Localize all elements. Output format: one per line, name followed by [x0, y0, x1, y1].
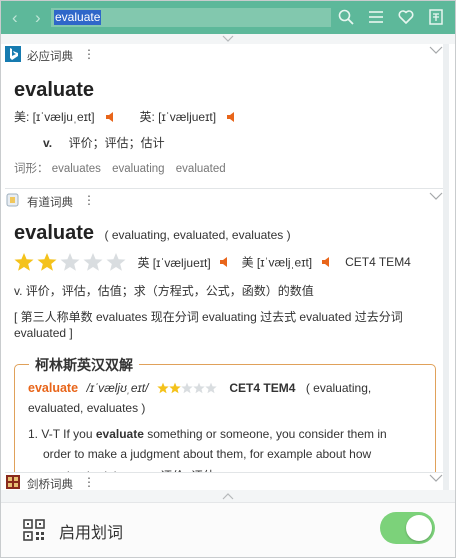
toggle-knob — [406, 515, 432, 541]
youdao-header: 有道词典 ⋮ — [5, 190, 449, 212]
youdao-headword-row: evaluate ( evaluating, evaluated, evalua… — [14, 222, 291, 245]
forward-button[interactable]: › — [35, 9, 41, 26]
youdao-definition: v. 评价，评估，估值；求（方程式，公式，函数）的数值 — [14, 284, 314, 298]
star-icon — [193, 382, 205, 394]
results-panel[interactable]: 必应词典 ⋮ evaluate 美: [ɪˈvæljuˌeɪt] 英: [ɪˈv… — [5, 44, 449, 492]
collins-sense-text: If you — [63, 427, 93, 441]
star-icon — [181, 382, 193, 394]
star-icon — [14, 253, 34, 271]
enable-selection-label: 启用划词 — [59, 525, 124, 542]
cambridge-collapse-icon[interactable] — [429, 473, 443, 483]
back-button[interactable]: ‹ — [12, 9, 18, 26]
star-icon — [106, 253, 126, 271]
footer-bar: 启用划词 — [1, 502, 455, 557]
youdao-collapse-icon[interactable] — [429, 191, 443, 201]
bing-definition-row: v. 评价；评估；估计 — [43, 134, 165, 152]
qr-code-icon[interactable] — [23, 519, 45, 541]
bing-form-link[interactable]: evaluating — [112, 163, 164, 175]
bing-header: 必应词典 ⋮ — [5, 44, 449, 66]
youdao-uk-phonetic: 英 [ɪˈvæljueɪt] — [137, 255, 211, 270]
collins-inflections-cont: evaluated, evaluates ) — [28, 401, 146, 415]
heart-icon[interactable] — [397, 8, 415, 26]
collapse-up-handle[interactable] — [1, 34, 455, 44]
bing-title: 必应词典 — [27, 51, 73, 63]
bing-uk-phonetic: 英: [ɪˈvæljueɪt] — [139, 110, 217, 124]
youdao-uk-speaker-icon[interactable] — [219, 256, 231, 268]
youdao-inflections: ( evaluating, evaluated, evaluates ) — [104, 228, 291, 242]
collins-sense-number: 1. — [28, 427, 39, 441]
star-icon — [83, 253, 103, 271]
top-toolbar: ‹ › evaluate — [1, 1, 455, 34]
star-icon — [60, 253, 80, 271]
bing-forms: 词形： evaluates evaluating evaluated — [14, 160, 226, 176]
collins-sense-line: 1. V-T If you evaluate something or some… — [28, 427, 387, 441]
collins-headword: evaluate — [28, 380, 79, 395]
collapse-down-handle[interactable] — [1, 490, 455, 502]
bing-definition: 评价；评估；估计 — [68, 136, 165, 150]
cambridge-more-button[interactable]: ⋮ — [83, 475, 95, 489]
bing-logo-icon — [5, 46, 21, 62]
chevron-down-icon — [222, 35, 234, 42]
collins-star-rating — [157, 379, 217, 396]
star-icon — [205, 382, 217, 394]
youdao-us-speaker-icon[interactable] — [321, 256, 333, 268]
search-icon[interactable] — [337, 8, 355, 26]
menu-icon[interactable] — [367, 8, 385, 26]
search-query: evaluate — [54, 10, 102, 25]
bing-more-button[interactable]: ⋮ — [83, 47, 95, 61]
chevron-up-icon — [222, 493, 234, 500]
collins-sense-tag: V-T — [41, 427, 60, 441]
bing-uk-speaker-icon[interactable] — [226, 111, 238, 123]
collins-inflections: ( evaluating, — [305, 380, 372, 395]
bing-form-link[interactable]: evaluated — [176, 163, 226, 175]
youdao-section: 有道词典 ⋮ evaluate ( evaluating, evaluated,… — [5, 190, 449, 340]
collins-phonetic: /ɪˈvæljʊˌeɪt/ — [86, 380, 149, 395]
collins-sense-line: order to make a judgment about them, for… — [43, 447, 372, 461]
bing-pos: v. — [43, 136, 53, 150]
collins-sense-text: something or someone, you consider them … — [147, 427, 387, 441]
star-icon — [169, 382, 181, 394]
cambridge-logo-icon — [6, 475, 20, 489]
bing-collapse-icon[interactable] — [429, 45, 443, 55]
youdao-more-button[interactable]: ⋮ — [83, 193, 95, 207]
youdao-forms-note: [ 第三人称单数 evaluates 现在分词 evaluating 过去式 e… — [14, 310, 403, 324]
section-divider — [5, 188, 449, 189]
collins-sense-keyword: evaluate — [95, 427, 144, 441]
bing-form-link[interactable]: evaluates — [52, 163, 101, 175]
youdao-us-phonetic: 美 [ɪˈvæljˌeɪt] — [241, 255, 313, 270]
youdao-exam-levels: CET4 TEM4 — [345, 255, 411, 269]
book-icon[interactable] — [427, 8, 445, 26]
results-scrollbar[interactable] — [443, 44, 449, 492]
search-input[interactable]: evaluate — [51, 8, 331, 27]
collins-title: 柯林斯英汉双解 — [29, 355, 139, 375]
youdao-headword: evaluate — [14, 222, 95, 244]
youdao-star-rating — [14, 253, 129, 271]
youdao-forms-note: evaluated ] — [14, 326, 73, 340]
star-icon — [157, 382, 169, 394]
youdao-title: 有道词典 — [27, 197, 73, 209]
bing-section: 必应词典 ⋮ evaluate 美: [ɪˈvæljuˌeɪt] 英: [ɪˈv… — [5, 44, 449, 175]
youdao-rating-row: 英 [ɪˈvæljueɪt] 美 [ɪˈvæljˌeɪt] CET4 TEM4 — [14, 252, 411, 274]
bing-us-speaker-icon[interactable] — [105, 111, 117, 123]
bing-pronunciations: 美: [ɪˈvæljuˌeɪt] 英: [ɪˈvæljueɪt] — [14, 108, 238, 126]
collins-headword-row: evaluate /ɪˈvæljʊˌeɪt/ CET4 TEM4 ( evalu… — [28, 379, 371, 397]
dictionary-popup: ‹ › evaluate 必应词典 ⋮ evaluate 美: [ɪˈvælju… — [0, 0, 456, 558]
bing-forms-label: 词形： — [14, 163, 49, 175]
youdao-logo-icon — [6, 193, 19, 207]
bing-headword: evaluate — [14, 79, 95, 101]
collins-exam-levels: CET4 TEM4 — [229, 380, 296, 395]
star-icon — [37, 253, 57, 271]
enable-selection-toggle[interactable] — [380, 512, 435, 544]
bing-us-phonetic: 美: [ɪˈvæljuˌeɪt] — [14, 110, 95, 124]
